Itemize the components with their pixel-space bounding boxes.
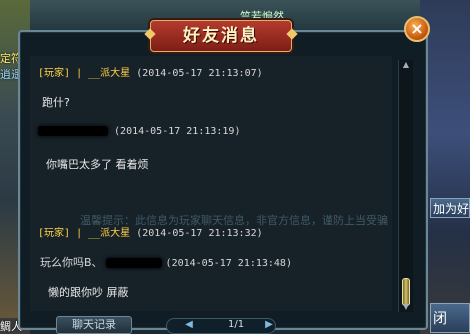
- timestamp: (2014-05-17 21:13:32): [136, 228, 263, 239]
- chat-scrollbar[interactable]: ▲ ▼: [398, 60, 413, 312]
- sender-name[interactable]: | __派大星: [76, 68, 130, 79]
- scroll-up-icon[interactable]: ▲: [399, 60, 413, 70]
- sender-name[interactable]: | __派大星: [76, 228, 130, 239]
- close-icon[interactable]: ×: [404, 16, 430, 42]
- redacted-name: [38, 126, 108, 136]
- dialog-title: 好友消息: [144, 20, 298, 52]
- dialog-title-text: 好友消息: [183, 26, 259, 46]
- timestamp: (2014-05-17 21:13:48): [165, 258, 292, 269]
- chat-log: 温馨提示：此信息为玩家聊天信息，非官方信息，谨防上当受骗 [玩家] | __派大…: [30, 56, 392, 311]
- chat-record-button[interactable]: 聊天记录: [56, 316, 132, 334]
- message-prefix: 玩么你吗B、: [40, 256, 103, 269]
- add-friend-button[interactable]: 加为好: [430, 198, 470, 218]
- timestamp: (2014-05-17 21:13:07): [136, 68, 263, 79]
- message-header: [玩家] | __派大星 (2014-05-17 21:13:32): [38, 224, 263, 239]
- timestamp: (2014-05-17 21:13:19): [114, 126, 241, 137]
- player-tag: [玩家]: [38, 68, 71, 79]
- message-header: [玩家] | __派大星 (2014-05-17 21:13:07): [38, 64, 263, 79]
- prev-page-icon[interactable]: ◀: [182, 318, 196, 332]
- message-text: 懒的跟你吵 屏蔽: [48, 286, 129, 299]
- message-text: 跑什?: [42, 96, 70, 109]
- next-page-icon[interactable]: ▶: [262, 318, 276, 332]
- message-text: 你嘴巴太多了 看着烦: [46, 158, 149, 171]
- redacted-name: [106, 258, 163, 268]
- message-header: 玩么你吗B、 (2014-05-17 21:13:48): [40, 254, 292, 270]
- side-close-button[interactable]: 闭: [430, 303, 470, 333]
- page-number: 1/1: [228, 319, 245, 330]
- scroll-down-icon[interactable]: ▼: [399, 302, 413, 312]
- message-header: (2014-05-17 21:13:19): [38, 126, 240, 137]
- player-tag: [玩家]: [38, 228, 71, 239]
